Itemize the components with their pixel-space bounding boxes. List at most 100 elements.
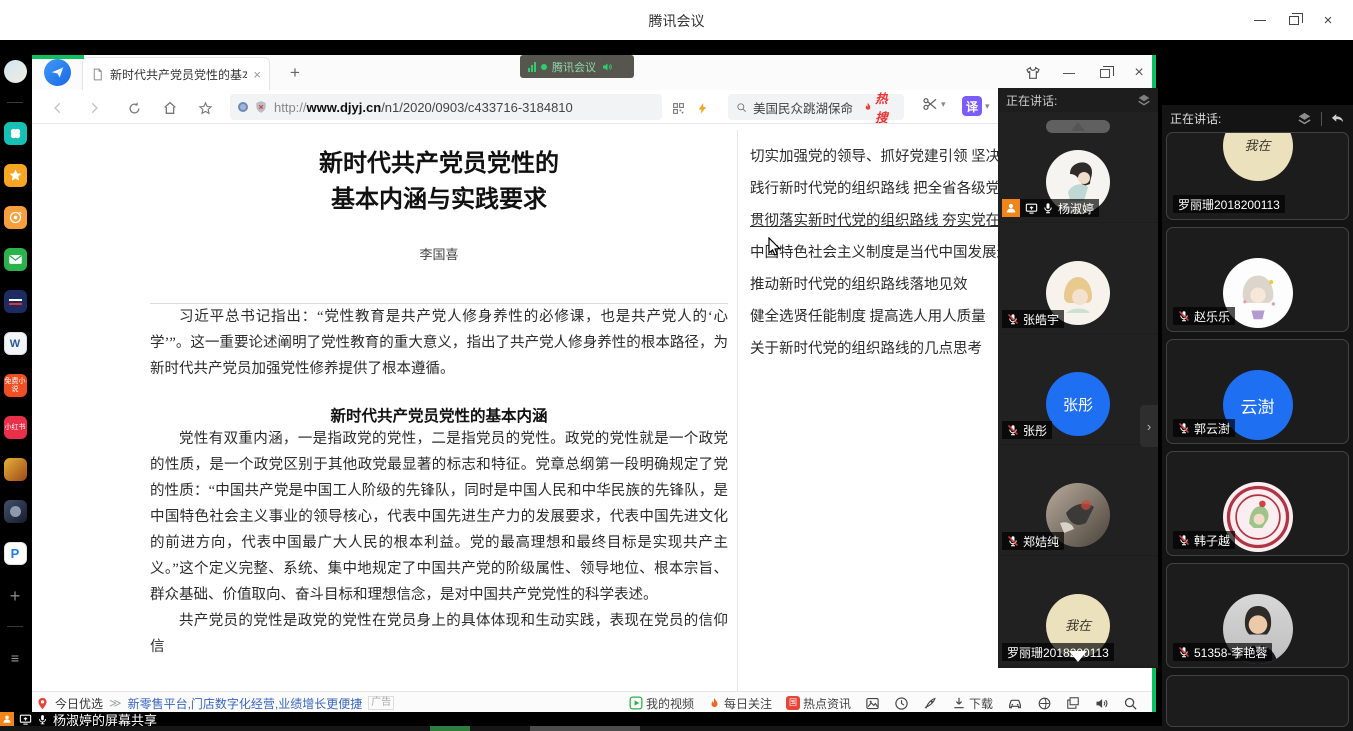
free-novel-icon[interactable]: 免费小说: [4, 374, 27, 397]
history-clock-icon[interactable]: [894, 696, 909, 711]
article-section-heading: 新时代共产党员党性的基本内涵: [150, 404, 728, 426]
boost-rocket-icon[interactable]: [923, 696, 938, 711]
mail-icon[interactable]: [4, 248, 27, 271]
panel-collapse-handle[interactable]: ›: [1140, 405, 1158, 447]
weibo-icon[interactable]: [4, 206, 27, 229]
app-dark-icon[interactable]: [4, 290, 27, 313]
chevrons-icon[interactable]: ≫: [109, 696, 122, 710]
multi-window-icon[interactable]: [1066, 696, 1080, 710]
related-link[interactable]: 关于新时代党的组织路线的几点思考: [750, 340, 1010, 359]
qr-code-icon[interactable]: [668, 98, 688, 118]
video-tile[interactable]: 我在 罗丽珊2018200113: [1166, 132, 1349, 220]
hot-search-tag[interactable]: 热搜: [863, 88, 896, 126]
taskbar-strip: [0, 726, 1162, 731]
layout-layers-icon[interactable]: [1136, 92, 1152, 108]
hot-news-button[interactable]: 国热点资讯: [786, 695, 851, 712]
back-button[interactable]: [48, 98, 68, 118]
browser-addressbar: http://www.djyj.cn/n1/2020/0903/c433716-…: [32, 90, 1152, 124]
dock-menu-icon[interactable]: ≡: [4, 646, 27, 669]
scroll-down-indicator[interactable]: [1069, 651, 1087, 662]
video-tile[interactable]: 赵乐乐: [1166, 227, 1349, 332]
new-tab-button[interactable]: +: [284, 62, 306, 84]
video-tile[interactable]: 杨淑婷: [998, 112, 1158, 222]
related-link[interactable]: 健全选贤任能制度 提高选人用人质量: [750, 308, 1010, 327]
browser-restore-button[interactable]: [1090, 61, 1120, 85]
video-tile[interactable]: 韩子越: [1166, 451, 1349, 556]
favorites-star-icon[interactable]: [4, 164, 27, 187]
close-button[interactable]: ×: [1311, 0, 1345, 40]
article-paragraph: 习近平总书记指出：“党性教育是共产党人修身养性的必修课，也是共产党人的‘心学’”…: [150, 304, 728, 382]
daily-focus-button[interactable]: 每日关注: [708, 695, 772, 712]
minimize-button[interactable]: [1243, 0, 1277, 40]
article-paragraph: 党性有双重内涵，一是指政党的党性，二是指党员的党性。政党的党性就是一个政党的性质…: [150, 426, 728, 608]
video-tile[interactable]: 云澍 郭云澍: [1166, 339, 1349, 444]
back-arrow-icon[interactable]: [1330, 111, 1345, 126]
mic-muted-icon: [1007, 535, 1019, 547]
scroll-up-indicator[interactable]: [1046, 120, 1110, 133]
refresh-button[interactable]: [124, 98, 144, 118]
related-link[interactable]: 中国特色社会主义制度是当代中国发展进步…: [750, 244, 1010, 263]
participant-name: 51358-李艳蓉: [1194, 644, 1267, 661]
xiaohongshu-icon[interactable]: 小红书: [4, 416, 27, 439]
speed-bolt-icon[interactable]: [692, 98, 712, 118]
url-field[interactable]: http://www.djyj.cn/n1/2020/0903/c433716-…: [230, 94, 662, 120]
search-icon: [736, 101, 747, 114]
related-link[interactable]: 践行新时代党的组织路线 把全省各级党组…: [750, 180, 1010, 199]
image-tool-icon[interactable]: [865, 696, 880, 711]
meeting-floating-badge[interactable]: 腾讯会议: [520, 55, 634, 78]
article-title: 新时代共产党员党性的 基本内涵与实践要求: [150, 146, 728, 218]
participant-name: 杨淑婷: [1058, 200, 1094, 217]
ad-tag: 广告: [368, 696, 394, 710]
reader-mode-icon[interactable]: [1037, 696, 1052, 711]
mic-muted-icon: [1178, 534, 1190, 546]
insecure-shield-icon[interactable]: [254, 100, 268, 114]
add-shortcut-icon[interactable]: +: [4, 584, 27, 607]
participant-name: 罗丽珊2018200113: [1178, 196, 1280, 213]
speaker-icon[interactable]: [1094, 696, 1109, 711]
participant-name: 郭云澍: [1194, 420, 1230, 437]
word-doc-icon[interactable]: W: [4, 332, 27, 355]
my-video-button[interactable]: 我的视频: [629, 695, 694, 712]
forward-button[interactable]: [84, 98, 104, 118]
participant-name: 韩子越: [1194, 532, 1230, 549]
ad-link[interactable]: 新零售平台,门店数字化经营,业绩增长更便捷: [128, 695, 363, 712]
related-link-hovered[interactable]: 贯彻落实新时代党的组织路线 夯实党在边…: [750, 212, 1010, 231]
browser-logo-icon[interactable]: [44, 59, 71, 86]
dock-divider: [7, 626, 23, 627]
meeting-stage: W 免费小说 小红书 P + ≡ 新时代共产党员党性的基本内涵 ×: [0, 40, 1353, 731]
video-tile[interactable]: 张彤 张彤: [998, 334, 1158, 444]
recording-dot-icon: [541, 64, 547, 70]
browser-minimize-button[interactable]: [1054, 61, 1084, 85]
car-mode-icon[interactable]: [1007, 695, 1023, 711]
wechat-fav-icon[interactable]: [4, 122, 27, 145]
browser-tab[interactable]: 新时代共产党员党性的基本内涵 ×: [82, 57, 270, 90]
video-tile[interactable]: 51358-李艳蓉: [1166, 563, 1349, 668]
layout-layers-icon[interactable]: [1296, 110, 1313, 127]
bookmark-star-button[interactable]: [195, 98, 215, 118]
translate-button[interactable]: 译▾: [962, 96, 990, 116]
browser-close-button[interactable]: ×: [1124, 61, 1154, 85]
user-avatar-icon[interactable]: [4, 60, 27, 83]
video-tile[interactable]: 张皓宇: [998, 223, 1158, 333]
speaking-panel-outer: 正在讲话: 我在 罗丽珊2018200113 赵乐乐 云澍: [1162, 105, 1353, 731]
screenshot-scissors-button[interactable]: ▾: [922, 96, 946, 112]
home-button[interactable]: [160, 98, 180, 118]
browser-skin-button[interactable]: [1018, 61, 1048, 85]
related-link[interactable]: 切实加强党的领导、抓好党建引领 坚决夺…: [750, 148, 1010, 167]
related-link[interactable]: 推动新时代党的组织路线落地见效: [750, 276, 1010, 295]
game-icon-2[interactable]: [4, 500, 27, 523]
tab-close-icon[interactable]: ×: [253, 67, 261, 82]
pin-icon: [36, 697, 49, 710]
video-tile[interactable]: 我在 罗丽珊2018200113: [998, 556, 1158, 666]
restore-button[interactable]: [1277, 0, 1311, 40]
video-tile[interactable]: 郑姞纯: [998, 445, 1158, 555]
participant-name: 张皓宇: [1023, 311, 1059, 328]
download-button[interactable]: 下载: [952, 695, 993, 712]
pp-video-icon[interactable]: P: [4, 542, 27, 565]
screen-share-banner: 杨淑婷的屏幕共享: [0, 712, 1162, 726]
page-search-icon[interactable]: [1123, 696, 1138, 711]
game-icon-1[interactable]: [4, 458, 27, 481]
site-info-icon[interactable]: [238, 102, 248, 112]
avatar: 我在: [1223, 132, 1293, 181]
search-box[interactable]: 美国民众跳湖保命 热搜: [728, 94, 904, 120]
